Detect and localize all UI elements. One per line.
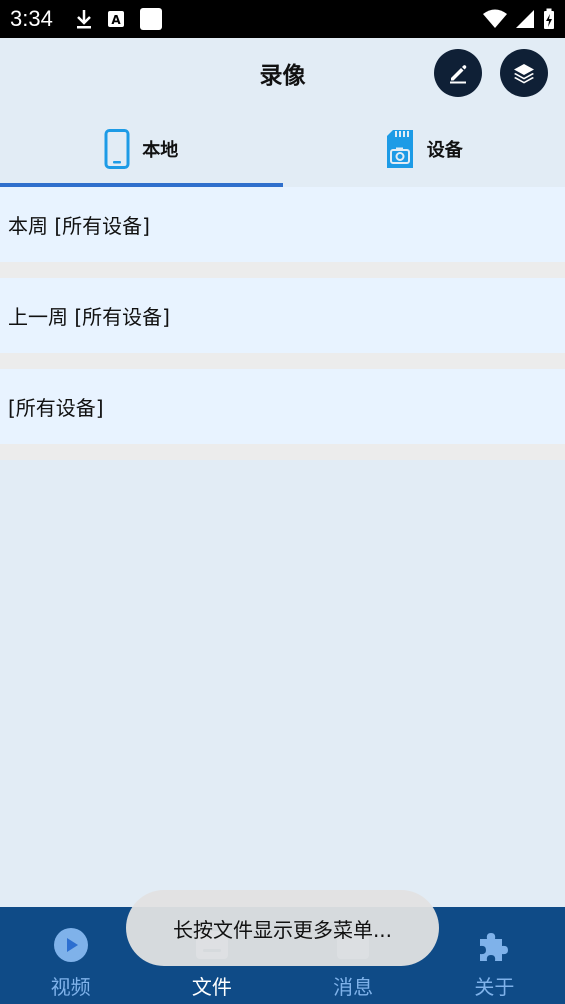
list-item[interactable]: 本周 [所有设备] [0, 187, 565, 262]
status-time: 3:34 [10, 6, 53, 31]
cellular-signal-icon [516, 10, 534, 28]
nav-item-about[interactable]: 关于 [424, 907, 565, 1004]
tab-bar: 本地 设备 [0, 110, 565, 187]
status-bar: 3:34 A [0, 0, 565, 38]
list-divider [0, 262, 565, 278]
svg-text:A: A [111, 13, 121, 27]
app-header: 录像 [0, 38, 565, 110]
toast-message: 长按文件显示更多菜单... [126, 890, 439, 966]
pencil-icon [450, 65, 467, 84]
status-notification-icons: A [75, 7, 163, 31]
status-system-icons [483, 8, 555, 30]
list-divider [0, 353, 565, 369]
nav-item-video[interactable]: 视频 [0, 907, 141, 1004]
download-icon [76, 10, 91, 29]
nav-label-about: 关于 [474, 975, 515, 999]
smartphone-icon [104, 128, 130, 169]
tab-local[interactable]: 本地 [0, 110, 283, 187]
list-item[interactable]: 上一周 [所有设备] [0, 278, 565, 353]
keyboard-a-icon: A [107, 11, 124, 27]
wifi-icon [483, 9, 507, 28]
edit-button[interactable] [434, 49, 482, 97]
puzzle-icon [480, 933, 509, 961]
nav-label-file: 文件 [191, 975, 232, 999]
layers-button[interactable] [500, 49, 548, 97]
nav-label-message: 消息 [333, 975, 374, 999]
tab-device[interactable]: 设备 [283, 110, 565, 187]
list-item[interactable]: [所有设备] [0, 369, 565, 444]
layers-icon [514, 64, 534, 84]
list-divider [0, 444, 565, 460]
battery-charging-icon [544, 8, 554, 29]
notification-square-icon [139, 8, 162, 30]
tab-local-label: 本地 [142, 139, 179, 161]
recording-list: 本周 [所有设备] 上一周 [所有设备] [所有设备] [0, 187, 565, 460]
sd-card-camera-icon [386, 129, 413, 168]
video-icon [53, 928, 88, 962]
nav-label-video: 视频 [50, 975, 91, 999]
tab-device-label: 设备 [426, 139, 463, 161]
